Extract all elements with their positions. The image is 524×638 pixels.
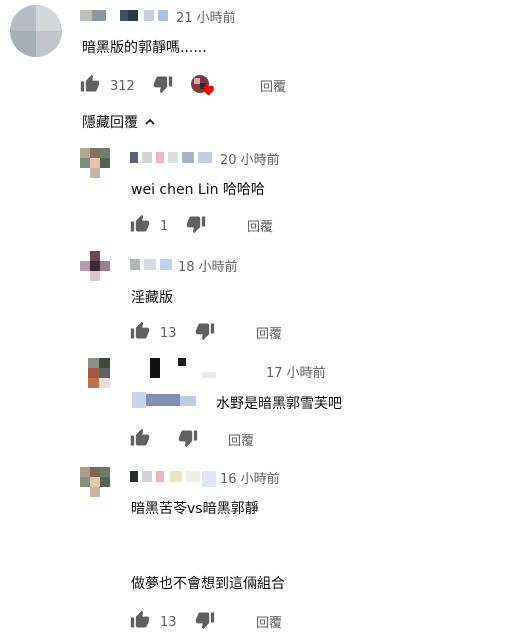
thumb-up-icon[interactable] bbox=[80, 74, 100, 98]
avatar[interactable] bbox=[80, 251, 110, 281]
avatar[interactable] bbox=[80, 467, 110, 497]
reply-time[interactable]: 20 小時前 bbox=[220, 149, 280, 168]
thumb-up-icon[interactable] bbox=[130, 428, 150, 452]
reply-time[interactable]: 16 小時前 bbox=[220, 468, 280, 487]
author-name-blurred[interactable] bbox=[130, 471, 218, 487]
like-count: 13 bbox=[160, 614, 177, 630]
thumb-down-icon[interactable] bbox=[178, 428, 198, 452]
comment-text: 暗黑版的郭靜嗎...... bbox=[82, 40, 207, 56]
like-count: 312 bbox=[110, 78, 135, 94]
thumb-up-icon[interactable] bbox=[130, 214, 150, 238]
like-count: 1 bbox=[160, 218, 169, 234]
creator-heart-badge bbox=[190, 75, 217, 97]
reply-button[interactable]: 回覆 bbox=[247, 216, 273, 235]
hide-replies-label: 隱藏回覆 bbox=[82, 115, 138, 131]
reply-time[interactable]: 18 小時前 bbox=[178, 256, 238, 275]
author-name-blurred[interactable] bbox=[130, 152, 218, 163]
author-name-blurred[interactable] bbox=[146, 358, 216, 380]
reply-text: 水野是暗黑郭雪芙吧 bbox=[216, 396, 342, 412]
avatar[interactable] bbox=[10, 5, 62, 57]
thumb-down-icon[interactable] bbox=[195, 610, 215, 634]
reply-button[interactable]: 回覆 bbox=[260, 76, 286, 95]
thumb-down-icon[interactable] bbox=[186, 214, 206, 238]
comment-time[interactable]: 21 小時前 bbox=[176, 7, 236, 26]
thumb-up-icon[interactable] bbox=[130, 610, 150, 634]
avatar[interactable] bbox=[80, 148, 110, 178]
avatar[interactable] bbox=[88, 358, 110, 388]
reply-text: wei chen Lin 哈哈哈 bbox=[131, 182, 265, 198]
mention-blurred[interactable] bbox=[132, 392, 212, 408]
like-count: 13 bbox=[160, 325, 177, 341]
heart-icon bbox=[202, 85, 214, 96]
reply-text-line: 暗黑苦苓vs暗黑郭靜 bbox=[131, 501, 259, 517]
reply-button[interactable]: 回覆 bbox=[256, 612, 282, 631]
thumb-up-icon[interactable] bbox=[130, 321, 150, 345]
author-name-blurred[interactable] bbox=[80, 10, 170, 21]
hide-replies-toggle[interactable]: 隱藏回覆 bbox=[82, 112, 158, 132]
author-name-blurred[interactable] bbox=[130, 259, 175, 270]
reply-button[interactable]: 回覆 bbox=[228, 430, 254, 449]
chevron-up-icon bbox=[145, 118, 155, 125]
reply-text-line: 做夢也不會想到這倆組合 bbox=[131, 576, 285, 592]
thumb-down-icon[interactable] bbox=[153, 74, 173, 98]
reply-text: 淫藏版 bbox=[131, 290, 173, 306]
reply-button[interactable]: 回覆 bbox=[256, 323, 282, 342]
reply-time[interactable]: 17 小時前 bbox=[266, 362, 326, 381]
thumb-down-icon[interactable] bbox=[195, 321, 215, 345]
